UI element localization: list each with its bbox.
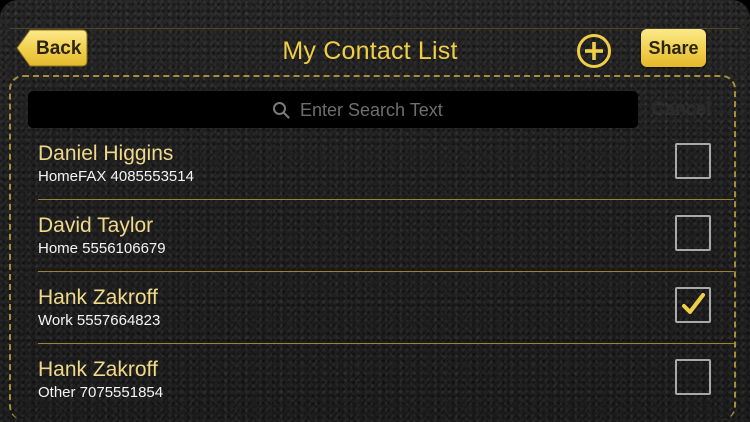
contact-name: David Taylor [38, 214, 154, 237]
back-button[interactable]: Back [16, 29, 88, 67]
add-contact-button[interactable] [576, 33, 612, 69]
contact-list: Daniel Higgins HomeFAX 4085553514 David … [38, 128, 734, 416]
contact-row[interactable]: Daniel Higgins HomeFAX 4085553514 [38, 128, 734, 200]
contact-name: Daniel Higgins [38, 142, 174, 165]
contact-detail: HomeFAX 4085553514 [38, 168, 194, 185]
contact-checkbox[interactable] [675, 143, 711, 179]
plus-circle-icon [577, 34, 611, 68]
checkmark-icon [682, 293, 705, 314]
contact-row[interactable]: Hank Zakroff Other 7075551854 [38, 344, 734, 416]
app-screen: Back My Contact List Share Enter Search … [0, 0, 750, 422]
contact-detail: Home 5556106679 [38, 240, 166, 257]
contact-checkbox[interactable] [675, 359, 711, 395]
contact-row[interactable]: David Taylor Home 5556106679 [38, 200, 734, 272]
contact-detail: Other 7075551854 [38, 384, 164, 401]
contact-name: Hank Zakroff [38, 286, 158, 309]
contact-checkbox[interactable] [675, 287, 711, 323]
search-placeholder: Enter Search Text [300, 100, 443, 120]
contact-row[interactable]: Hank Zakroff Work 5557664823 [38, 272, 734, 344]
contact-detail: Work 5557664823 [38, 312, 161, 329]
contact-name: Hank Zakroff [38, 358, 158, 381]
share-button[interactable]: Share [641, 29, 706, 67]
search-cancel-button[interactable]: Cancel [652, 98, 711, 119]
back-button-label: Back [36, 38, 82, 59]
search-icon [273, 102, 290, 119]
top-stitching [10, 28, 740, 31]
search-input[interactable]: Enter Search Text [28, 91, 638, 128]
page-title: My Contact List [282, 37, 458, 65]
share-button-label: Share [648, 38, 699, 58]
contact-checkbox[interactable] [675, 215, 711, 251]
